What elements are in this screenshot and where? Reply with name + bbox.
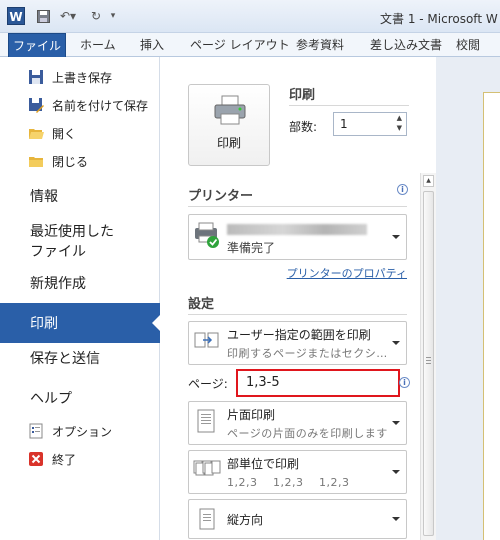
spin-down-icon[interactable]: ▼: [397, 124, 402, 132]
printer-divider: [188, 206, 407, 207]
sidebar-item-save[interactable]: 上書き保存: [0, 65, 160, 89]
tab-review[interactable]: 校閲: [456, 33, 480, 57]
orientation-dropdown[interactable]: 縦方向: [188, 499, 407, 539]
sidebar-label: 名前を付けて保存: [52, 98, 149, 113]
sidebar-label: 終了: [52, 452, 77, 467]
copies-label: 部数:: [289, 120, 318, 134]
sidebar-item-options[interactable]: オプション: [0, 419, 160, 443]
sidebar-item-close[interactable]: 閉じる: [0, 149, 160, 173]
backstage-sidebar: 上書き保存 名前を付けて保存 開く 閉じる 情報 最近使用した ファイル 新規作…: [0, 57, 161, 540]
print-range-dropdown[interactable]: ユーザー指定の範囲を印刷 印刷するページまたはセクシ…: [188, 321, 407, 365]
tab-file[interactable]: ファイル: [8, 33, 66, 57]
tab-home[interactable]: ホーム: [80, 33, 116, 57]
sidebar-item-print[interactable]: 印刷: [0, 303, 161, 343]
pages-info-icon[interactable]: i: [399, 377, 410, 388]
tab-insert[interactable]: 挿入: [140, 33, 164, 57]
vertical-scrollbar[interactable]: ▲: [420, 173, 436, 540]
printer-heading: プリンター: [188, 189, 254, 204]
recent-line-2: ファイル: [30, 244, 86, 260]
print-button[interactable]: 印刷: [188, 84, 270, 166]
pages-input[interactable]: 1,3-5: [236, 369, 400, 397]
sidebar-item-recent[interactable]: 最近使用した ファイル: [0, 221, 160, 261]
open-folder-icon: [29, 129, 44, 139]
undo-icon[interactable]: ↶▾: [57, 8, 79, 24]
sidebar-item-new[interactable]: 新規作成: [0, 270, 160, 296]
sides-description: ページの片面のみを印刷します: [227, 427, 388, 440]
settings-heading: 設定: [188, 297, 215, 312]
title-bar: W ↶▾ ↻ ▾ 文書 1 - Microsoft W: [0, 0, 500, 33]
chevron-down-icon: [392, 517, 400, 521]
pages-value: 1,3-5: [246, 375, 280, 390]
chevron-down-icon: [392, 341, 400, 345]
copies-spinner[interactable]: 1 ▲ ▼: [333, 112, 407, 136]
redo-icon[interactable]: ↻: [88, 8, 104, 24]
printer-properties-link[interactable]: プリンターのプロパティ: [287, 265, 407, 281]
range-description: 印刷するページまたはセクシ…: [227, 347, 388, 360]
window-title: 文書 1 - Microsoft W: [380, 12, 498, 26]
spin-up-icon[interactable]: ▲: [397, 114, 402, 122]
save-as-icon: [29, 98, 44, 113]
collate-dropdown[interactable]: 部単位で印刷 1,2,3 1,2,3 1,2,3: [188, 450, 407, 494]
printer-ready-icon: [195, 222, 219, 248]
sidebar-label: 印刷: [30, 316, 58, 332]
print-panel: 印刷 印刷 部数: 1 ▲ ▼ プリンター i 準備完了 プリンターのプロパティ…: [161, 57, 436, 540]
printer-icon: [214, 95, 246, 125]
close-folder-icon: [29, 157, 43, 167]
settings-divider: [188, 314, 407, 315]
exit-icon: [29, 452, 43, 466]
print-preview-area: [436, 57, 500, 540]
print-button-label: 印刷: [216, 136, 241, 150]
page-range-icon: [194, 332, 219, 348]
chevron-down-icon: [392, 421, 400, 425]
tab-references[interactable]: 参考資料: [296, 33, 344, 57]
printer-info-icon[interactable]: i: [397, 184, 408, 195]
sidebar-item-save-as[interactable]: 名前を付けて保存: [0, 93, 160, 117]
chevron-down-icon: [392, 235, 400, 239]
heading-divider: [289, 105, 409, 106]
tab-page-layout[interactable]: ページ レイアウト: [190, 33, 290, 57]
orientation-title: 縦方向: [227, 513, 264, 527]
save-quick-icon[interactable]: [35, 8, 51, 24]
sides-title: 片面印刷: [227, 408, 276, 422]
recent-line-1: 最近使用した: [30, 224, 114, 240]
portrait-icon: [199, 508, 215, 530]
tab-mailings[interactable]: 差し込み文書: [370, 33, 442, 57]
sidebar-item-open[interactable]: 開く: [0, 121, 160, 145]
save-icon: [29, 70, 43, 84]
preview-page: [483, 92, 500, 540]
word-logo-icon[interactable]: W: [7, 7, 25, 25]
chevron-down-icon: [392, 470, 400, 474]
selected-arrow-icon: [152, 314, 161, 332]
scroll-up-icon[interactable]: ▲: [423, 175, 434, 187]
sidebar-item-save-send[interactable]: 保存と送信: [0, 345, 160, 371]
collate-title: 部単位で印刷: [227, 457, 300, 471]
collated-icon: [193, 460, 221, 476]
range-title: ユーザー指定の範囲を印刷: [227, 328, 371, 342]
sidebar-item-exit[interactable]: 終了: [0, 447, 160, 471]
pages-label: ページ:: [188, 377, 228, 391]
print-heading: 印刷: [289, 88, 316, 103]
customize-qat-icon[interactable]: ▾: [108, 8, 118, 24]
sidebar-label: 閉じる: [52, 154, 89, 169]
copies-value: 1: [340, 117, 348, 131]
sidebar-label: 開く: [52, 126, 77, 141]
sidebar-label: オプション: [52, 424, 113, 439]
sides-dropdown[interactable]: 片面印刷 ページの片面のみを印刷します: [188, 401, 407, 445]
printer-dropdown[interactable]: 準備完了: [188, 214, 407, 260]
sidebar-item-help[interactable]: ヘルプ: [0, 385, 160, 411]
printer-status: 準備完了: [227, 241, 276, 255]
ribbon-tabs: ファイル ホーム 挿入 ページ レイアウト 参考資料 差し込み文書 校閲: [0, 33, 500, 57]
sidebar-label: 上書き保存: [52, 70, 113, 85]
one-sided-icon: [197, 409, 215, 433]
scroll-thumb[interactable]: [423, 191, 434, 536]
sidebar-item-info[interactable]: 情報: [0, 184, 160, 208]
printer-name-redacted: [227, 224, 367, 235]
options-icon: [29, 423, 43, 439]
collate-description: 1,2,3 1,2,3 1,2,3: [227, 476, 350, 489]
